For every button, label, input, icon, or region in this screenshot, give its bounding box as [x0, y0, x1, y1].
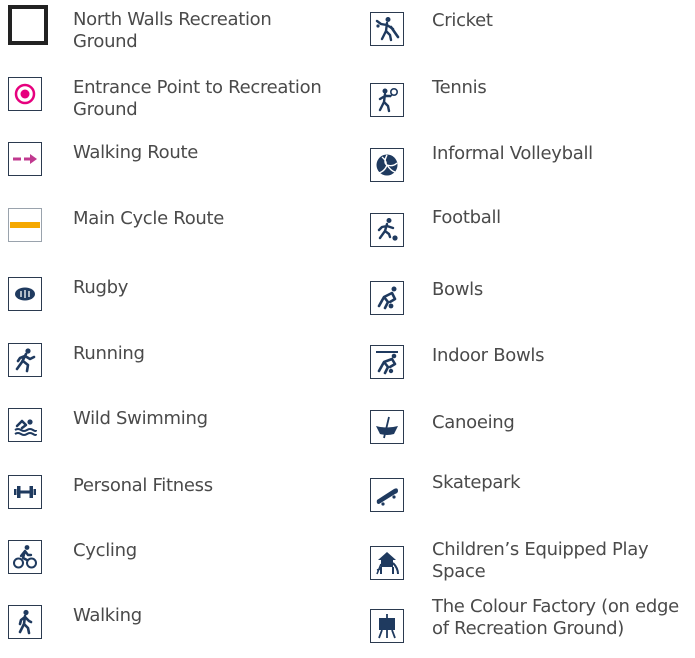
legend-label: Children’s Equipped Play Space — [432, 539, 649, 582]
legend-label: Canoeing — [432, 412, 515, 433]
legend-label: Rugby — [73, 277, 129, 298]
legend-label: The Colour Factory (on edge of Recreatio… — [432, 596, 679, 639]
legend-label: Cricket — [432, 10, 493, 31]
indoor-bowls-icon — [370, 345, 404, 379]
football-icon — [370, 213, 404, 247]
legend-label: Running — [73, 343, 145, 364]
dumbbell-icon — [8, 475, 42, 509]
legend-label: Skatepark — [432, 472, 521, 493]
runner-icon — [8, 343, 42, 377]
legend-label: Cycling — [73, 540, 137, 561]
rugby-ball-icon — [8, 277, 42, 311]
play-space-icon — [370, 546, 404, 580]
legend-label: Tennis — [432, 77, 487, 98]
skateboard-icon — [370, 478, 404, 512]
legend-label: Indoor Bowls — [432, 345, 545, 366]
boundary-square-icon — [8, 5, 48, 45]
bowls-icon — [370, 281, 404, 315]
swimmer-icon — [8, 408, 42, 442]
legend-label: Bowls — [432, 279, 483, 300]
legend-label: Football — [432, 207, 501, 228]
tennis-icon — [370, 83, 404, 117]
cricket-icon — [370, 12, 404, 46]
walker-icon — [8, 605, 42, 639]
legend-label: North Walls Recreation Ground — [73, 9, 272, 52]
legend-label: Informal Volleyball — [432, 143, 593, 164]
volleyball-icon — [370, 148, 404, 182]
cycle-route-line-icon — [8, 208, 42, 242]
easel-icon — [370, 609, 404, 643]
legend-label: Entrance Point to Recreation Ground — [73, 77, 322, 120]
entrance-target-icon — [8, 77, 42, 111]
cyclist-icon — [8, 540, 42, 574]
canoe-icon — [370, 410, 404, 444]
legend-label: Walking — [73, 605, 142, 626]
legend-label: Main Cycle Route — [73, 208, 225, 229]
legend-label: Walking Route — [73, 142, 199, 163]
walking-route-arrow-icon — [8, 142, 42, 176]
legend-label: Personal Fitness — [73, 475, 213, 496]
legend-label: Wild Swimming — [73, 408, 208, 429]
